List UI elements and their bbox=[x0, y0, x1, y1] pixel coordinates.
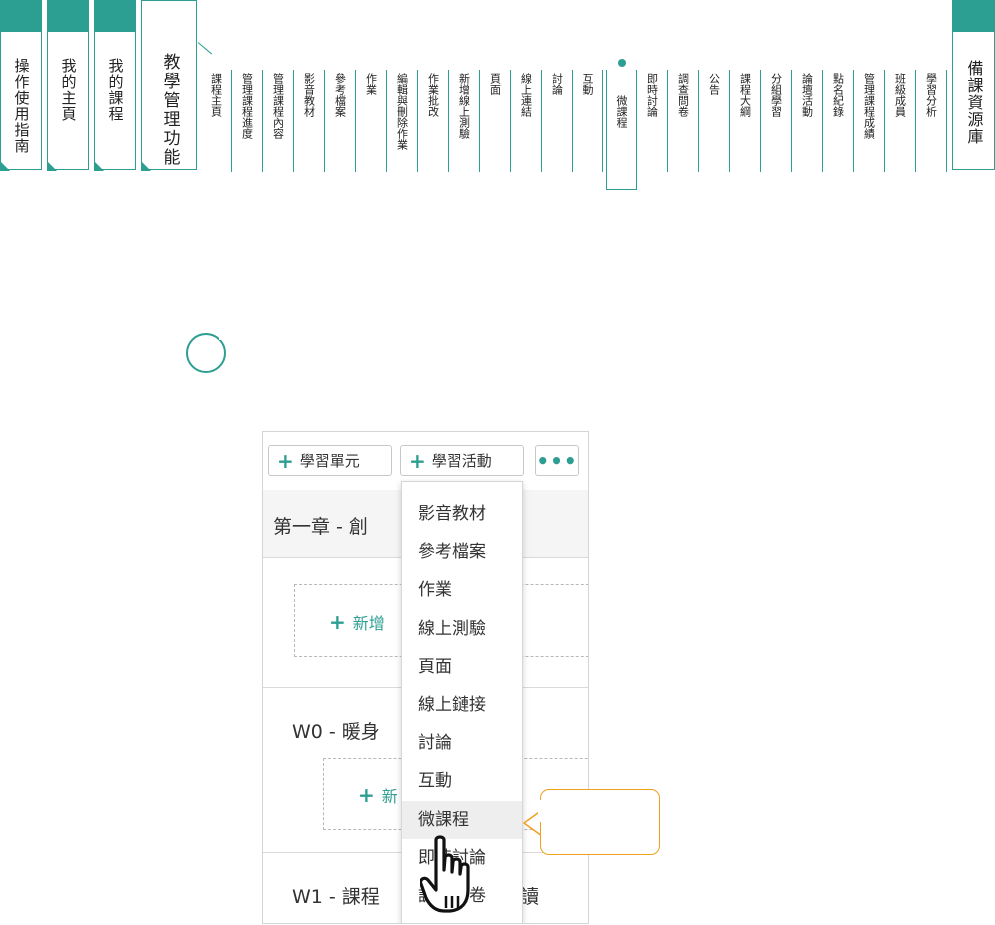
sub-tab-item[interactable]: 微課程 bbox=[606, 59, 637, 190]
sub-tab-item[interactable]: 作業批改 bbox=[418, 70, 449, 172]
sub-tab-label: 微課程 bbox=[615, 95, 628, 128]
sub-tab-label: 線上連結 bbox=[519, 73, 533, 117]
sub-tab-item[interactable]: 互動 bbox=[573, 70, 603, 172]
plus-icon: + bbox=[277, 448, 294, 473]
sub-tab-item[interactable]: 管理課程進度 bbox=[232, 70, 263, 172]
sub-tab-item[interactable]: 課程主頁 bbox=[201, 70, 232, 172]
add-content-text: 新增 bbox=[352, 614, 385, 633]
sub-tab-label: 公告 bbox=[707, 73, 721, 95]
dropdown-item[interactable]: 討論 bbox=[402, 726, 522, 760]
sub-tab-item[interactable]: 分組學習 bbox=[761, 70, 792, 172]
active-indicator-dot bbox=[617, 59, 626, 67]
dropdown-item[interactable]: 作業 bbox=[402, 573, 522, 607]
nav-tab-resource-library[interactable]: 備課資源庫 bbox=[952, 0, 995, 170]
dropdown-item[interactable]: 線上測驗 bbox=[402, 612, 522, 646]
dropdown-item[interactable]: 微課程 bbox=[402, 800, 522, 839]
callout-box bbox=[540, 789, 660, 855]
add-unit-button[interactable]: + 學習單元 bbox=[268, 445, 392, 476]
nav-tab-my-courses[interactable]: 我的課程 bbox=[94, 0, 136, 171]
add-content-label: + 新 bbox=[358, 783, 398, 807]
sub-tab-item[interactable]: 論壇活動 bbox=[792, 70, 823, 172]
sub-tab-label: 點名紀錄 bbox=[831, 73, 845, 117]
add-activity-button[interactable]: + 學習活動 bbox=[400, 445, 524, 476]
sub-tab-item[interactable]: 學習分析 bbox=[916, 70, 947, 172]
dropdown-item[interactable]: 影音教材 bbox=[402, 497, 522, 531]
sub-tab-label: 班級成員 bbox=[893, 73, 907, 117]
nav-tab-label: 教學管理功能 bbox=[159, 53, 180, 167]
sub-tab-label: 學習分析 bbox=[924, 73, 938, 117]
nav-tab-guide[interactable]: 操作使用指南 bbox=[0, 0, 42, 171]
dropdown-item[interactable]: 線上鏈接 bbox=[402, 688, 522, 722]
sub-tab-item[interactable]: 討論 bbox=[542, 70, 573, 172]
sub-tab-item[interactable]: 班級成員 bbox=[885, 70, 916, 172]
sub-tab-item[interactable]: 公告 bbox=[699, 70, 730, 172]
sub-tab-label: 新增線上測驗 bbox=[457, 73, 471, 139]
dropdown-item[interactable]: 參考檔案 bbox=[402, 535, 522, 569]
nav-tab-label: 備課資源庫 bbox=[964, 60, 984, 145]
sub-tab-label: 作業批改 bbox=[426, 73, 440, 117]
sub-tab-item[interactable]: 點名紀錄 bbox=[823, 70, 854, 172]
sub-tab-label: 管理課程進度 bbox=[240, 73, 254, 139]
sub-tab-item[interactable]: 影音教材 bbox=[294, 70, 325, 172]
add-activity-label: 學習活動 bbox=[431, 452, 492, 470]
sub-tab-label: 論壇活動 bbox=[800, 73, 814, 117]
nav-tab-teaching-management[interactable]: 教學管理功能 bbox=[141, 0, 197, 171]
dropdown-item[interactable]: 互動 bbox=[402, 764, 522, 798]
sub-tab-label: 討論 bbox=[550, 73, 564, 95]
more-options-button[interactable]: ••• bbox=[535, 445, 579, 476]
sub-tab-label: 互動 bbox=[581, 73, 594, 95]
sub-tab-item[interactable]: 參考檔案 bbox=[325, 70, 356, 172]
plus-icon: + bbox=[409, 448, 426, 473]
section-title: W0 - 暖身 bbox=[292, 721, 380, 743]
section-title: W1 - 課程 bbox=[292, 886, 380, 908]
sub-tab-label: 頁面 bbox=[488, 73, 502, 95]
divider bbox=[197, 42, 213, 55]
sub-tab-item[interactable]: 即時討論 bbox=[637, 70, 668, 172]
sub-tab-item[interactable]: 線上連結 bbox=[511, 70, 542, 172]
sub-tab-label: 管理課程內容 bbox=[271, 73, 285, 139]
sub-tab-item[interactable]: 新增線上測驗 bbox=[449, 70, 480, 172]
nav-tab-label: 我的課程 bbox=[106, 58, 125, 122]
sub-tab-label: 作業 bbox=[364, 73, 378, 95]
sub-tab-item[interactable]: 管理課程成績 bbox=[854, 70, 885, 172]
sub-tab-label: 即時討論 bbox=[645, 73, 659, 117]
sub-tab-item[interactable]: 編輯與刪除作業 bbox=[387, 70, 418, 172]
sub-tab-label: 管理課程成績 bbox=[862, 73, 876, 139]
add-unit-label: 學習單元 bbox=[299, 452, 360, 470]
sub-tab-label: 課程主頁 bbox=[209, 73, 223, 117]
plus-icon: + bbox=[329, 610, 353, 634]
sub-tab-label: 課程大綱 bbox=[738, 73, 752, 117]
sub-tab-label: 調查問卷 bbox=[676, 73, 690, 117]
sub-tab-item[interactable]: 調查問卷 bbox=[668, 70, 699, 172]
add-content-text: 新 bbox=[381, 787, 398, 806]
sub-tab-label: 分組學習 bbox=[769, 73, 783, 117]
sub-tab-item[interactable]: 管理課程內容 bbox=[263, 70, 294, 172]
hand-pointer-icon bbox=[420, 835, 470, 913]
circle-gap bbox=[219, 332, 227, 340]
sub-tab-label: 參考檔案 bbox=[333, 73, 347, 117]
nav-tab-label: 操作使用指南 bbox=[12, 58, 31, 154]
sub-tab-label: 編輯與刪除作業 bbox=[395, 73, 409, 150]
plus-icon: + bbox=[358, 783, 382, 807]
nav-tab-label: 我的主頁 bbox=[59, 58, 78, 122]
dropdown-item[interactable]: 頁面 bbox=[402, 650, 522, 684]
callout-mask bbox=[538, 800, 542, 822]
sub-tab-label: 影音教材 bbox=[302, 73, 316, 117]
ellipsis-icon: ••• bbox=[536, 448, 578, 473]
sub-tab-item[interactable]: 頁面 bbox=[480, 70, 511, 172]
add-content-label: + 新增 bbox=[329, 610, 385, 634]
nav-tab-my-home[interactable]: 我的主頁 bbox=[47, 0, 89, 171]
sub-tab-item[interactable]: 作業 bbox=[356, 70, 387, 172]
sub-tab-item[interactable]: 課程大綱 bbox=[730, 70, 761, 172]
section-title: 第一章 - 創 bbox=[273, 516, 368, 538]
